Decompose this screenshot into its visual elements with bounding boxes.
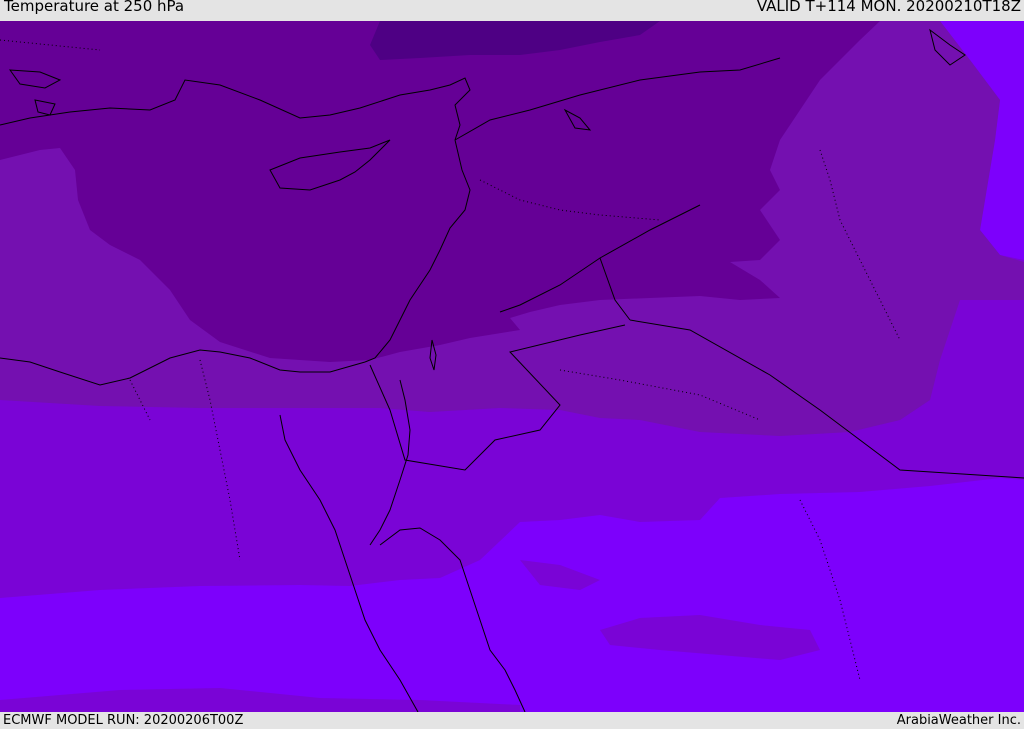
model-run-label: ECMWF MODEL RUN: 20200206T00Z — [3, 713, 244, 728]
valid-time-label: VALID T+114 MON. 20200210T18Z — [756, 0, 1021, 15]
map-canvas — [0, 21, 1024, 712]
weather-map[interactable] — [0, 21, 1024, 712]
bottom-bar: ECMWF MODEL RUN: 20200206T00Z ArabiaWeat… — [0, 712, 1024, 729]
chart-title: Temperature at 250 hPa — [4, 0, 185, 15]
credit-label: ArabiaWeather Inc. — [896, 713, 1021, 728]
top-bar: Temperature at 250 hPa VALID T+114 MON. … — [0, 0, 1024, 21]
